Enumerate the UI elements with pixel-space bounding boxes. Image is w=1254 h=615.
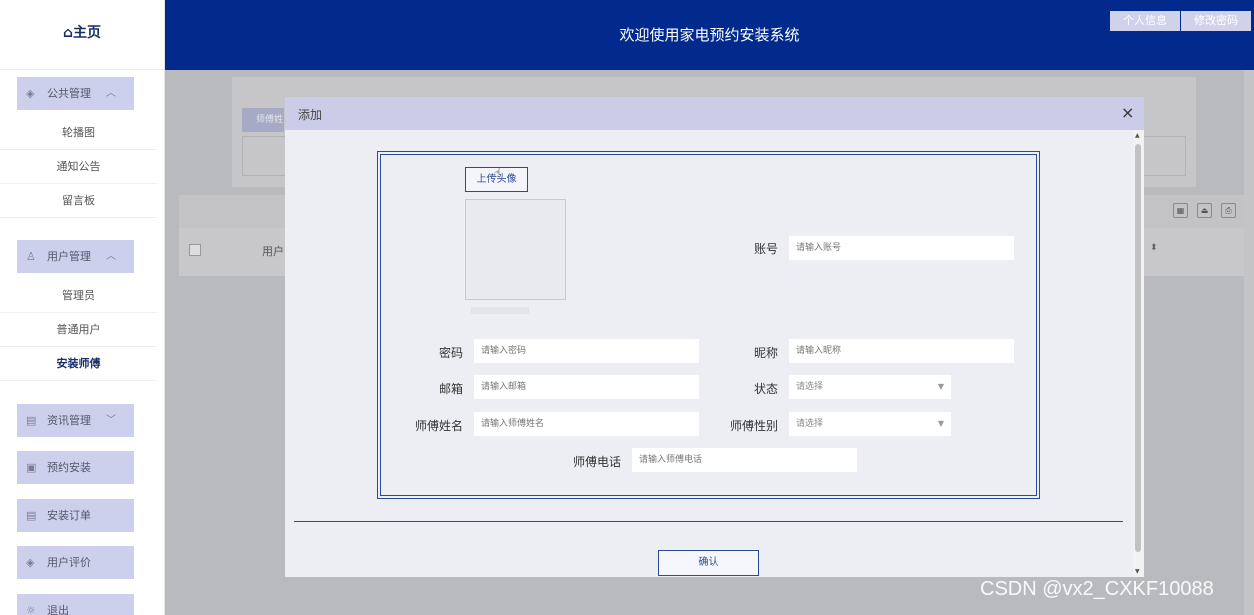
account-input[interactable] <box>789 236 1014 260</box>
home-link[interactable]: ⌂主页 <box>0 0 164 70</box>
menu-user-management[interactable]: ♙ 用户管理 ︿ <box>17 240 134 273</box>
email-input[interactable] <box>474 375 699 399</box>
email-label: 邮箱 <box>438 382 463 396</box>
export-icon[interactable]: ⏏ <box>1197 203 1212 218</box>
installer-gender-label: 师傅性别 <box>729 419 778 433</box>
sidebar-item-installer[interactable]: 安装师傅 <box>0 347 157 381</box>
chevron-up-icon: ︿ <box>106 251 116 262</box>
sidebar-item-notice[interactable]: 通知公告 <box>0 150 157 184</box>
menu-news-management[interactable]: ▤ 资讯管理 ﹀ <box>17 404 134 437</box>
menu-label: 用户管理 <box>47 250 91 263</box>
installer-name-input[interactable] <box>474 412 699 436</box>
list-icon: ▤ <box>26 509 37 522</box>
dialog-title: 添加 <box>298 108 323 122</box>
profile-button[interactable]: 个人信息 <box>1110 11 1180 31</box>
menu-appointment[interactable]: ▣ 预约安装 <box>17 451 134 484</box>
page-title: 欢迎使用家电预约安装系统 <box>619 26 800 44</box>
account-label: 账号 <box>753 242 778 256</box>
list-icon: ▤ <box>26 414 37 427</box>
user-icon: ♙ <box>26 250 36 263</box>
sort-icon[interactable]: ⬍ <box>1150 243 1158 253</box>
avatar-caption <box>471 307 529 314</box>
watermark: CSDN @vx2_CXKF10088 <box>980 578 1214 600</box>
menu-orders[interactable]: ▤ 安装订单 <box>17 499 134 532</box>
hand-cursor-icon: ☝ <box>494 166 502 180</box>
dropdown-arrow-icon: ▼ <box>937 382 944 391</box>
scroll-up-icon[interactable]: ▲ <box>1135 132 1140 139</box>
password-label: 密码 <box>438 346 463 360</box>
close-icon[interactable]: × <box>1121 103 1134 122</box>
sidebar-item-carousel[interactable]: 轮播图 <box>0 116 157 150</box>
menu-label: 资讯管理 <box>47 414 91 427</box>
change-password-button[interactable]: 修改密码 <box>1181 11 1251 31</box>
sidebar-item-admin[interactable]: 管理员 <box>0 279 157 313</box>
menu-label: 用户评价 <box>47 556 91 569</box>
dialog-header: 添加 × <box>285 97 1144 130</box>
installer-phone-input[interactable] <box>632 448 857 472</box>
menu-label: 安装订单 <box>47 509 91 522</box>
select-all-checkbox[interactable] <box>189 244 201 256</box>
status-select[interactable]: 请选择 ▼ <box>789 375 951 399</box>
dialog-divider <box>294 521 1123 522</box>
password-input[interactable] <box>474 339 699 363</box>
sidebar-item-message-board[interactable]: 留言板 <box>0 184 157 218</box>
search-chip: 师傅姓 <box>242 108 284 132</box>
dialog-scrollbar[interactable]: ▲ ▼ <box>1133 130 1144 577</box>
confirm-button[interactable]: 确认 <box>658 550 759 576</box>
menu-label: 公共管理 <box>47 87 91 100</box>
nickname-label: 昵称 <box>753 346 778 360</box>
installer-gender-select[interactable]: 请选择 ▼ <box>789 412 951 436</box>
nickname-input[interactable] <box>789 339 1014 363</box>
top-header: 欢迎使用家电预约安装系统 个人信息 修改密码 <box>165 0 1254 70</box>
menu-public-management[interactable]: ◈ 公共管理 ︿ <box>17 77 134 110</box>
sidebar-item-normal-user[interactable]: 普通用户 <box>0 313 157 347</box>
gender-select-value: 请选择 <box>796 419 824 429</box>
scroll-down-icon[interactable]: ▼ <box>1135 568 1140 575</box>
status-select-value: 请选择 <box>796 382 824 392</box>
installer-phone-label: 师傅电话 <box>572 455 621 469</box>
print-icon[interactable]: ⎙ <box>1221 203 1236 218</box>
logout-icon: ☼ <box>26 604 36 615</box>
calendar-icon: ▣ <box>26 461 37 474</box>
layers-icon: ◈ <box>26 87 35 100</box>
add-dialog: 添加 × 上传头像 ☝ 账号 密码 昵称 邮箱 状态 请选择 ▼ 师傅姓名 师傅… <box>285 97 1144 577</box>
page-scrollbar[interactable] <box>1244 70 1254 615</box>
scrollbar-thumb[interactable] <box>1135 144 1141 552</box>
installer-name-label: 师傅姓名 <box>414 419 463 433</box>
sidebar: ⌂主页 ◈ 公共管理 ︿ 轮播图 通知公告 留言板 ♙ 用户管理 ︿ 管理员 普… <box>0 0 165 615</box>
menu-label: 退出 <box>47 604 69 615</box>
status-label: 状态 <box>753 382 778 396</box>
table-column-user: 用户 <box>262 245 284 258</box>
menu-logout[interactable]: ☼ 退出 <box>17 594 134 615</box>
dropdown-arrow-icon: ▼ <box>937 419 944 428</box>
layers-icon: ◈ <box>26 556 35 569</box>
menu-label: 预约安装 <box>47 461 91 474</box>
chevron-up-icon: ︿ <box>106 88 116 99</box>
avatar-preview <box>465 199 566 300</box>
chevron-down-icon: ﹀ <box>106 415 116 426</box>
menu-reviews[interactable]: ◈ 用户评价 <box>17 546 134 579</box>
grid-icon[interactable]: ▦ <box>1173 203 1188 218</box>
